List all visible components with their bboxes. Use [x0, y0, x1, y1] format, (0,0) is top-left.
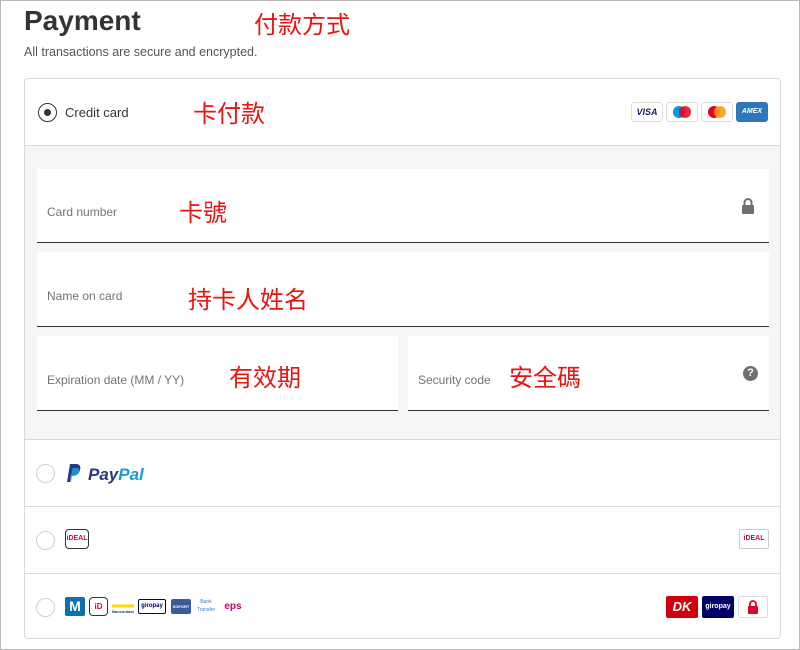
- paypal-option[interactable]: PayPal: [25, 440, 780, 507]
- card-number-placeholder: Card number: [47, 205, 118, 219]
- other-methods-option[interactable]: M iD Bancontact giropay SOFORT Bank Tran…: [25, 574, 780, 638]
- red-lock-icon: [748, 600, 758, 614]
- bancontact-logo: Bancontact: [112, 597, 134, 616]
- card-form: Card number 卡號 Name on card 持卡人姓名 Expira…: [25, 146, 780, 440]
- lock-icon: [742, 198, 754, 214]
- mastercard-logo: [701, 102, 733, 122]
- paypal-logo-pay: Pay: [88, 465, 119, 484]
- help-icon[interactable]: ?: [743, 366, 758, 381]
- giropay-logo: giropay: [702, 596, 734, 618]
- eps-logo: eps: [224, 601, 242, 612]
- security-code-field[interactable]: Security code 安全碼 ?: [408, 336, 769, 411]
- amex-logo: AMEX: [736, 102, 768, 122]
- paypal-logo-pal: Pal: [118, 465, 144, 484]
- other-methods-radio[interactable]: [36, 598, 55, 617]
- security-code-placeholder: Security code: [418, 373, 491, 387]
- annotation-security-code: 安全碼: [509, 364, 581, 392]
- credit-card-label: Credit card: [65, 105, 129, 120]
- maestro-logo: [666, 102, 698, 122]
- expiration-date-placeholder: Expiration date (MM / YY): [47, 373, 185, 387]
- credit-card-option[interactable]: Credit card 卡付款 VISA AMEX: [25, 79, 780, 146]
- sofort-logo: SOFORT: [171, 599, 191, 614]
- expiration-date-field[interactable]: Expiration date (MM / YY) 有效期: [37, 336, 398, 411]
- annotation-card-payment: 卡付款: [193, 100, 265, 128]
- ideal-option[interactable]: iDEAL iDEAL: [25, 507, 780, 574]
- annotation-cardholder-name: 持卡人姓名: [188, 286, 308, 314]
- ideal-logo-right: iDEAL: [739, 529, 769, 549]
- card-number-field[interactable]: Card number 卡號: [37, 169, 769, 243]
- bank-transfer-logo: Bank Transfer: [196, 599, 216, 613]
- payment-methods-panel: Credit card 卡付款 VISA AMEX Card number 卡號: [24, 78, 781, 639]
- annotation-expiration: 有效期: [229, 364, 301, 392]
- giropay-small-logo: giropay: [138, 599, 166, 614]
- paypal-logo: PayPal: [88, 465, 144, 485]
- annotation-payment-method: 付款方式: [254, 11, 350, 39]
- ideal-radio[interactable]: [36, 531, 55, 550]
- dankort-logo: DK: [666, 596, 698, 618]
- credit-card-radio[interactable]: [38, 103, 57, 122]
- paysafe-lock-logo: [738, 596, 768, 618]
- paypal-radio[interactable]: [36, 464, 55, 483]
- annotation-card-number: 卡號: [179, 199, 227, 227]
- page-title: Payment: [24, 5, 141, 36]
- paypal-mark-icon: [67, 464, 81, 482]
- maestro-m-logo: M: [65, 597, 85, 616]
- ideal-small-logo: iD: [89, 597, 108, 616]
- visa-logo: VISA: [631, 102, 663, 122]
- name-on-card-placeholder: Name on card: [47, 289, 123, 303]
- name-on-card-field[interactable]: Name on card 持卡人姓名: [37, 252, 769, 327]
- ideal-logo: iDEAL: [65, 529, 89, 549]
- page-subtitle: All transactions are secure and encrypte…: [24, 45, 258, 59]
